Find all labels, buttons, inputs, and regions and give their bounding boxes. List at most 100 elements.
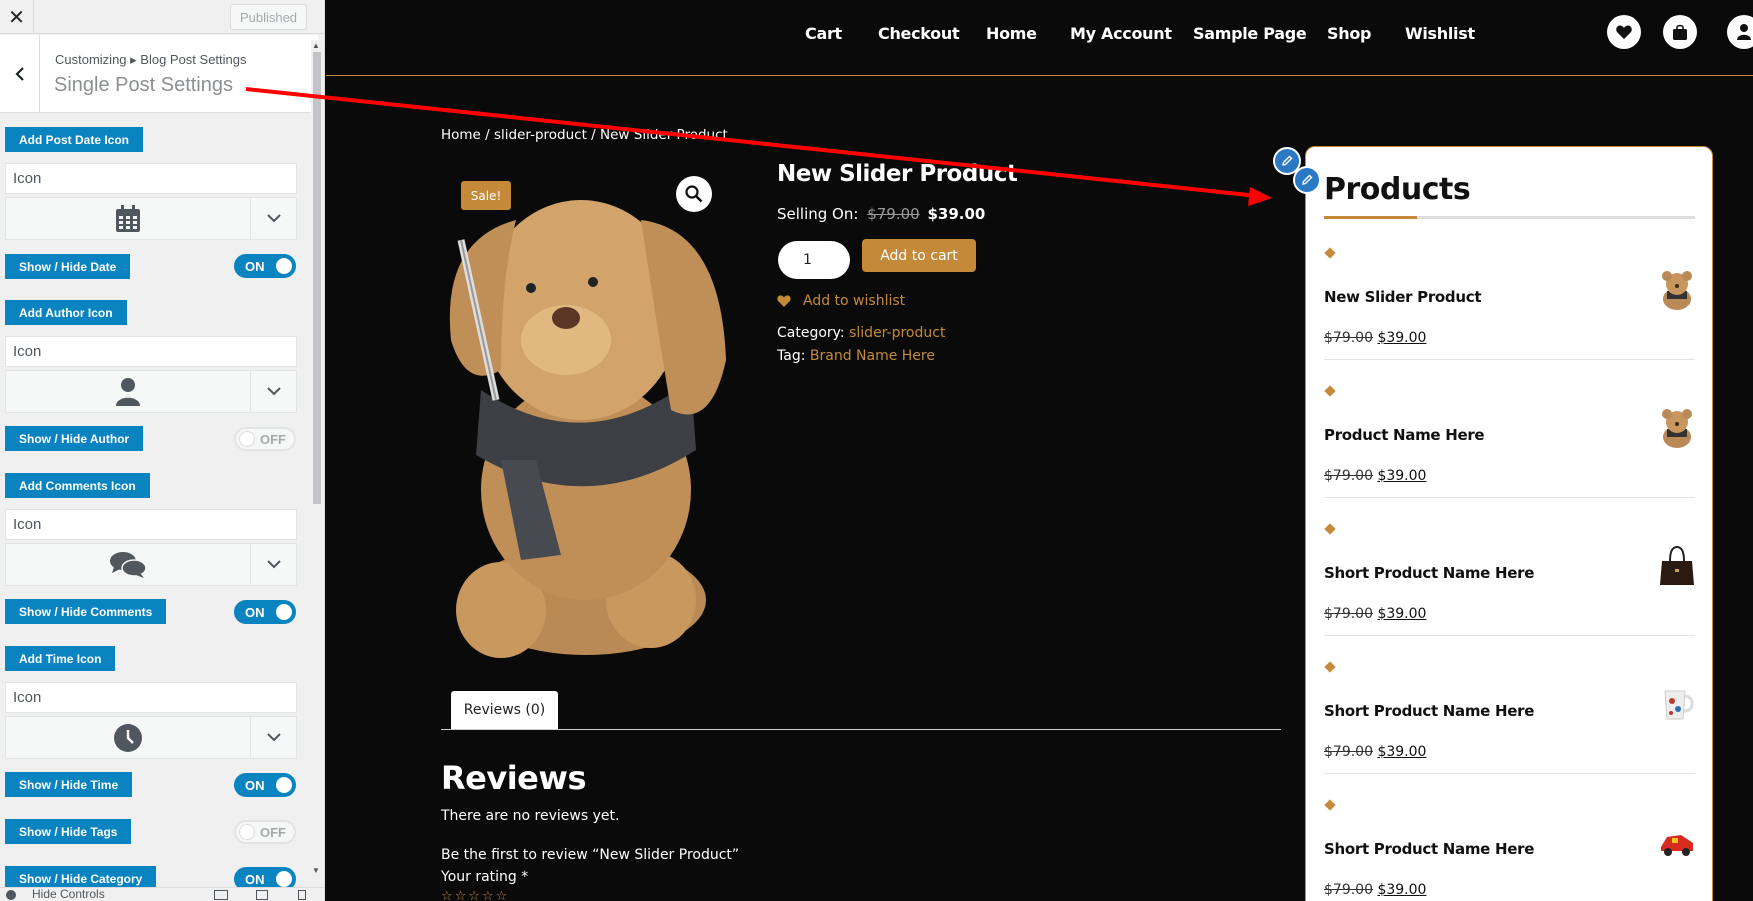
hide-controls-icon[interactable] (6, 890, 16, 900)
mobile-preview-icon[interactable] (298, 890, 306, 900)
product-category: Category: slider-product (777, 325, 945, 341)
category-link[interactable]: slider-product (849, 325, 945, 341)
back-icon[interactable] (0, 35, 40, 113)
be-first-text: Be the first to review “New Slider Produ… (441, 847, 740, 863)
nav-home[interactable]: Home (986, 24, 1037, 43)
breadcrumb: Customizing ▸ Blog Post Settings (55, 52, 247, 67)
quantity-input[interactable]: 1 (778, 241, 850, 279)
hide-controls-button[interactable]: Hide Controls (32, 887, 105, 901)
product-image[interactable] (441, 160, 731, 660)
icon-picker[interactable] (5, 370, 297, 413)
divider (1324, 773, 1695, 774)
nav-sample-page[interactable]: Sample Page (1193, 24, 1307, 43)
mug-thumbnail[interactable] (1659, 683, 1695, 725)
show-hide-comments-toggle[interactable]: ON (234, 600, 296, 624)
bullet-icon (1324, 799, 1336, 811)
scrollbar-thumb[interactable] (313, 52, 321, 504)
icon-picker[interactable] (5, 543, 297, 586)
add-time-icon-label: Add Time Icon (5, 646, 116, 671)
calendar-icon (6, 198, 251, 239)
add-to-wishlist-link[interactable]: Add to wishlist (777, 293, 905, 309)
toy-car-thumbnail[interactable] (1659, 821, 1695, 863)
widget-product-item[interactable]: New Slider Product $79.00 $39.00 (1324, 247, 1695, 386)
add-post-date-icon-label: Add Post Date Icon (5, 127, 144, 152)
bullet-icon (1324, 247, 1336, 259)
divider (1324, 359, 1695, 360)
divider (1324, 635, 1695, 636)
widget-title: Products (1324, 172, 1471, 207)
widget-product-name[interactable]: Short Product Name Here (1324, 840, 1534, 858)
category-label: Category: (777, 325, 845, 341)
nav-shop[interactable]: Shop (1327, 24, 1371, 43)
nav-my-account[interactable]: My Account (1070, 24, 1172, 43)
widget-product-name[interactable]: Short Product Name Here (1324, 702, 1534, 720)
nav-cart[interactable]: Cart (805, 24, 842, 43)
widget-product-name[interactable]: Short Product Name Here (1324, 564, 1534, 582)
desktop-preview-icon[interactable] (214, 890, 228, 900)
chevron-down-icon[interactable] (252, 544, 296, 585)
heart-icon[interactable] (1607, 15, 1641, 49)
tag-link[interactable]: Brand Name Here (810, 348, 935, 364)
widget-product-item[interactable]: Short Product Name Here $79.00 $39.00 (1324, 661, 1695, 800)
sale-badge: Sale! (461, 181, 511, 210)
reviews-heading: Reviews (441, 759, 586, 797)
show-hide-tags-toggle[interactable]: OFF (234, 820, 296, 844)
show-hide-date-toggle[interactable]: ON (234, 254, 296, 278)
tab-reviews[interactable]: Reviews (0) (451, 691, 558, 729)
icon-picker[interactable] (5, 197, 297, 240)
author-icon-input[interactable]: Icon (5, 336, 297, 367)
section-header: Customizing ▸ Blog Post Settings Single … (0, 35, 318, 113)
scroll-up-icon[interactable]: ▲ (312, 41, 320, 50)
time-icon-input[interactable]: Icon (5, 682, 297, 713)
old-price: $79.00 (867, 205, 920, 223)
tab-divider (441, 729, 1281, 730)
published-button[interactable]: Published (230, 4, 307, 30)
add-author-icon-label: Add Author Icon (5, 300, 127, 325)
icon-picker[interactable] (5, 716, 297, 759)
widget-product-name[interactable]: Product Name Here (1324, 426, 1485, 444)
product-title: New Slider Product (777, 161, 1018, 187)
widget-product-name[interactable]: New Slider Product (1324, 288, 1482, 306)
zoom-icon[interactable] (676, 176, 712, 212)
widget-title-accent (1324, 216, 1417, 219)
bag-icon[interactable] (1663, 15, 1697, 49)
widget-product-item[interactable]: Short Product Name Here $79.00 $39.00 (1324, 523, 1695, 662)
comments-icon (6, 544, 251, 585)
widget-product-price: $79.00 $39.00 (1324, 744, 1427, 760)
close-icon[interactable]: ✕ (0, 0, 34, 34)
user-icon[interactable] (1727, 15, 1753, 49)
show-hide-time-toggle[interactable]: ON (234, 773, 296, 797)
show-hide-comments-label: Show / Hide Comments (5, 599, 167, 624)
handbag-thumbnail[interactable] (1659, 545, 1695, 587)
product-breadcrumb[interactable]: Home / slider-product / New Slider Produ… (441, 127, 728, 143)
edit-pencil-icon[interactable] (1293, 166, 1321, 194)
divider (1324, 497, 1695, 498)
chevron-down-icon[interactable] (252, 717, 296, 758)
chevron-down-icon[interactable] (252, 198, 296, 239)
customizer-topbar: ✕ Published (0, 0, 324, 34)
post-date-icon-input[interactable]: Icon (5, 163, 297, 194)
widget-product-price: $79.00 $39.00 (1324, 882, 1427, 898)
teddy-bear-thumbnail[interactable] (1659, 407, 1695, 449)
teddy-bear-thumbnail[interactable] (1659, 269, 1695, 311)
chevron-down-icon[interactable] (252, 371, 296, 412)
widget-product-item[interactable]: Short Product Name Here $79.00 $39.00 (1324, 799, 1695, 901)
scroll-down-icon[interactable]: ▼ (312, 866, 320, 875)
tablet-preview-icon[interactable] (256, 890, 268, 900)
nav-wishlist[interactable]: Wishlist (1405, 24, 1475, 43)
add-to-cart-button[interactable]: Add to cart (862, 239, 976, 272)
show-hide-tags-label: Show / Hide Tags (5, 819, 132, 844)
selling-label: Selling On: (777, 205, 859, 223)
show-hide-author-label: Show / Hide Author (5, 426, 144, 451)
user-icon (6, 371, 251, 412)
show-hide-author-toggle[interactable]: OFF (234, 427, 296, 451)
widget-product-price: $79.00 $39.00 (1324, 468, 1427, 484)
widget-product-item[interactable]: Product Name Here $79.00 $39.00 (1324, 385, 1695, 524)
product-price: Selling On: $79.00 $39.00 (777, 205, 985, 223)
rating-stars[interactable]: ☆☆☆☆☆ (441, 889, 509, 901)
comments-icon-input[interactable]: Icon (5, 509, 297, 540)
site-navigation: Cart Checkout Home My Account Sample Pag… (326, 0, 1753, 76)
nav-checkout[interactable]: Checkout (878, 24, 960, 43)
customizer-footer: Hide Controls (0, 887, 324, 901)
show-hide-date-label: Show / Hide Date (5, 254, 131, 279)
